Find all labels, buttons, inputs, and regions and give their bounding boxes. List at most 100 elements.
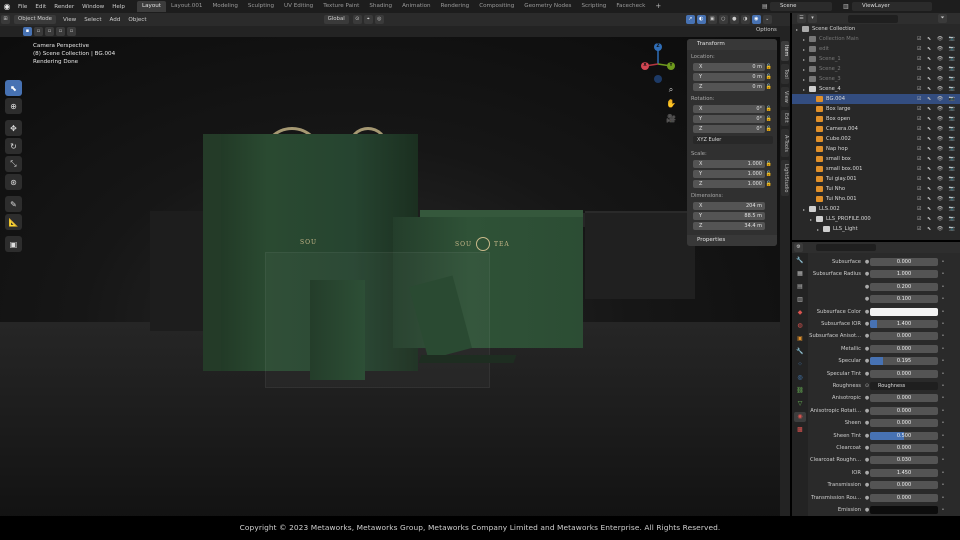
property-value-field[interactable]: 0.000 xyxy=(870,493,938,502)
display-mode-icon[interactable]: ▾ xyxy=(808,14,817,23)
add-workspace-button[interactable]: + xyxy=(650,1,666,12)
keyframe-dot-icon[interactable]: • xyxy=(938,333,948,339)
keyframe-dot-icon[interactable]: • xyxy=(938,346,948,352)
outliner-row[interactable]: ▸ Scene_4 ☑ ⬉ 👁 📷 xyxy=(792,84,960,94)
tab-scripting[interactable]: Scripting xyxy=(576,1,611,12)
property-value-field[interactable]: 0.000 xyxy=(870,369,938,378)
sidebar-tab-item[interactable]: Item xyxy=(781,41,789,61)
annotate-tool-icon[interactable]: ✎ xyxy=(5,196,22,212)
texture-props-icon[interactable]: ▩ xyxy=(794,425,806,435)
outliner-row[interactable]: ▸ Scene_2 ☑ ⬉ 👁 📷 xyxy=(792,64,960,74)
select-extend-icon[interactable]: ▫ xyxy=(34,27,43,36)
camera-view-icon[interactable]: 🎥 xyxy=(666,114,676,124)
object-props-icon[interactable]: ▣ xyxy=(794,334,806,344)
keyframe-dot-icon[interactable]: • xyxy=(938,371,948,377)
property-value-field[interactable]: 0.000 xyxy=(870,444,938,452)
tab-geometry-nodes[interactable]: Geometry Nodes xyxy=(519,1,576,12)
xray-toggle-icon[interactable]: ▣ xyxy=(707,15,717,24)
visibility-toggles-icon[interactable]: ☑ ⬉ 👁 📷 xyxy=(917,146,957,152)
material-props-icon[interactable]: ◉ xyxy=(794,412,806,422)
visibility-toggles-icon[interactable]: ☑ ⬉ 👁 📷 xyxy=(917,156,957,162)
property-value-field[interactable] xyxy=(870,506,938,514)
keyframe-dot-icon[interactable]: • xyxy=(938,482,948,488)
zoom-icon[interactable]: ⌕ xyxy=(666,85,676,95)
property-value-field[interactable]: 0.000 xyxy=(870,258,938,266)
keyframe-dot-icon[interactable]: • xyxy=(938,408,948,414)
location-x-field[interactable]: X 0 m xyxy=(693,62,765,71)
property-value-field[interactable]: 0.000 xyxy=(870,332,938,341)
transform-tool-icon[interactable]: ⊛ xyxy=(5,174,22,190)
select-subtract-icon[interactable]: ▫ xyxy=(45,27,54,36)
outliner-row[interactable]: ▸ LLS_Light ☑ ⬉ 👁 📷 xyxy=(792,224,960,234)
visibility-toggles-icon[interactable]: ☑ ⬉ 👁 📷 xyxy=(917,196,957,202)
select-box-tool-icon[interactable]: ⬉ xyxy=(5,80,22,96)
blender-logo-icon[interactable]: ◉ xyxy=(0,2,14,11)
visibility-toggles-icon[interactable]: ☑ ⬉ 👁 📷 xyxy=(917,176,957,182)
sidebar-tab-lightstudio[interactable]: LightStudio xyxy=(781,160,789,196)
output-props-icon[interactable]: ▤ xyxy=(794,282,806,292)
rotation-mode-dropdown[interactable]: XYZ Euler xyxy=(693,136,773,144)
options-button[interactable]: Options xyxy=(756,27,777,33)
3d-viewport[interactable]: SOU SOU TEA Camera Perspective (8) Scene… xyxy=(0,37,790,516)
location-z-field[interactable]: Z 0 m xyxy=(693,82,765,91)
menu-object[interactable]: Object xyxy=(124,17,150,23)
rotation-y-field[interactable]: Y 0° xyxy=(693,114,765,123)
properties-subpanel[interactable]: Properties xyxy=(687,235,777,246)
keyframe-dot-icon[interactable]: • xyxy=(938,457,948,463)
tab-texture-paint[interactable]: Texture Paint xyxy=(318,1,364,12)
view-layer-props-icon[interactable]: ▥ xyxy=(794,295,806,305)
rotation-x-field[interactable]: X 0° xyxy=(693,104,765,113)
tab-rendering[interactable]: Rendering xyxy=(436,1,475,12)
visibility-toggles-icon[interactable]: ☑ ⬉ 👁 📷 xyxy=(917,216,957,222)
modifier-props-icon[interactable]: 🔧 xyxy=(794,347,806,357)
property-value-field[interactable]: 0.000 xyxy=(870,344,938,353)
property-value-field[interactable]: 0.000 xyxy=(870,394,938,403)
visibility-toggles-icon[interactable]: ☑ ⬉ 👁 📷 xyxy=(917,226,957,232)
scene-props-icon[interactable]: ◆ xyxy=(794,308,806,318)
keyframe-dot-icon[interactable]: • xyxy=(938,433,948,439)
visibility-toggles-icon[interactable]: ☑ ⬉ 👁 📷 xyxy=(917,186,957,192)
snap-icon[interactable]: ⌖ xyxy=(363,15,373,24)
lock-icon[interactable]: 🔓 xyxy=(765,116,773,122)
property-value-field[interactable]: 0.500 xyxy=(870,431,938,440)
visibility-toggles-icon[interactable]: ☑ ⬉ 👁 📷 xyxy=(917,116,957,122)
editor-type-icon[interactable]: ⊞ xyxy=(1,15,10,24)
properties-search-input[interactable] xyxy=(816,244,876,251)
property-value-field[interactable]: 0.000 xyxy=(870,419,938,428)
menu-select[interactable]: Select xyxy=(80,17,105,23)
visibility-toggles-icon[interactable]: ☑ ⬉ 👁 📷 xyxy=(917,46,957,52)
shading-options-icon[interactable]: ⌄ xyxy=(762,15,772,24)
menu-render[interactable]: Render xyxy=(50,4,78,10)
keyframe-dot-icon[interactable]: • xyxy=(938,495,948,501)
tab-animation[interactable]: Animation xyxy=(397,1,436,12)
tab-compositing[interactable]: Compositing xyxy=(474,1,519,12)
menu-window[interactable]: Window xyxy=(78,4,108,10)
keyframe-dot-icon[interactable]: • xyxy=(938,395,948,401)
proportional-edit-icon[interactable]: ◎ xyxy=(374,15,384,24)
keyframe-dot-icon[interactable]: • xyxy=(938,321,948,327)
visibility-toggles-icon[interactable]: ☑ ⬉ 👁 📷 xyxy=(917,96,957,102)
select-intersect-icon[interactable]: ▫ xyxy=(67,27,76,36)
keyframe-dot-icon[interactable]: • xyxy=(938,507,948,513)
keyframe-dot-icon[interactable]: • xyxy=(938,445,948,451)
tab-layout[interactable]: Layout xyxy=(136,1,166,12)
location-y-field[interactable]: Y 0 m xyxy=(693,72,765,81)
outliner-row[interactable]: ▸ LLS_PROFILE.000 ☑ ⬉ 👁 📷 xyxy=(792,214,960,224)
property-value-field[interactable]: Roughness xyxy=(870,382,938,390)
tab-layout-001[interactable]: Layout.001 xyxy=(166,1,207,12)
lock-icon[interactable]: 🔓 xyxy=(765,171,773,177)
outliner-row[interactable]: Box large ☑ ⬉ 👁 📷 xyxy=(792,104,960,114)
sidebar-tab-tool[interactable]: Tool xyxy=(781,64,789,84)
keyframe-dot-icon[interactable]: • xyxy=(938,420,948,426)
gizmo-y-axis[interactable]: Y xyxy=(667,62,675,70)
outliner-row[interactable]: Cube.002 ☑ ⬉ 👁 📷 xyxy=(792,134,960,144)
tab-modeling[interactable]: Modeling xyxy=(207,1,242,12)
add-cube-tool-icon[interactable]: ▣ xyxy=(5,236,22,252)
pivot-icon[interactable]: ⊙ xyxy=(352,15,362,24)
lock-icon[interactable]: 🔓 xyxy=(765,74,773,80)
gizmo-x-axis[interactable]: X xyxy=(641,62,649,70)
dimensions-y-field[interactable]: Y 88.5 m xyxy=(693,211,765,220)
keyframe-dot-icon[interactable]: • xyxy=(938,271,948,277)
outliner-row[interactable]: Camera.004 ☑ ⬉ 👁 📷 xyxy=(792,124,960,134)
outliner-row[interactable]: Nap hop ☑ ⬉ 👁 📷 xyxy=(792,144,960,154)
